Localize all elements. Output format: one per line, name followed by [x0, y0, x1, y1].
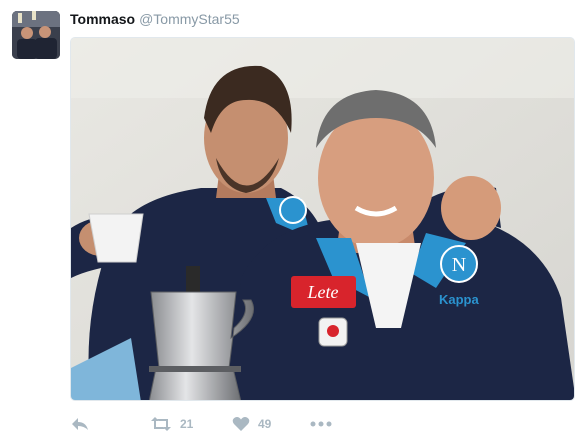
jacket-brand: Kappa: [439, 292, 480, 307]
more-icon: [310, 421, 332, 427]
tweet-header: Tommaso @TommyStar55: [70, 10, 240, 28]
like-count: 49: [258, 417, 272, 431]
avatar-image: [12, 11, 60, 59]
tweet-photo[interactable]: Lete N Kappa: [70, 37, 575, 401]
retweet-icon: [151, 417, 171, 431]
author-name[interactable]: Tommaso: [70, 11, 135, 27]
retweet-count: 21: [180, 417, 194, 431]
sponsor-text: Lete: [307, 282, 339, 302]
crest-letter: N: [452, 254, 466, 276]
reply-button[interactable]: [70, 413, 90, 435]
author-avatar[interactable]: [12, 11, 60, 59]
heart-icon: [232, 417, 250, 431]
tweet-actions: 21 49: [70, 413, 370, 435]
photo-scene: Lete N Kappa: [71, 38, 574, 400]
like-button[interactable]: 49: [232, 413, 271, 435]
retweet-button[interactable]: 21: [150, 413, 193, 435]
more-button[interactable]: [310, 413, 332, 435]
reply-icon: [72, 418, 88, 430]
author-handle[interactable]: @TommyStar55: [139, 11, 240, 27]
